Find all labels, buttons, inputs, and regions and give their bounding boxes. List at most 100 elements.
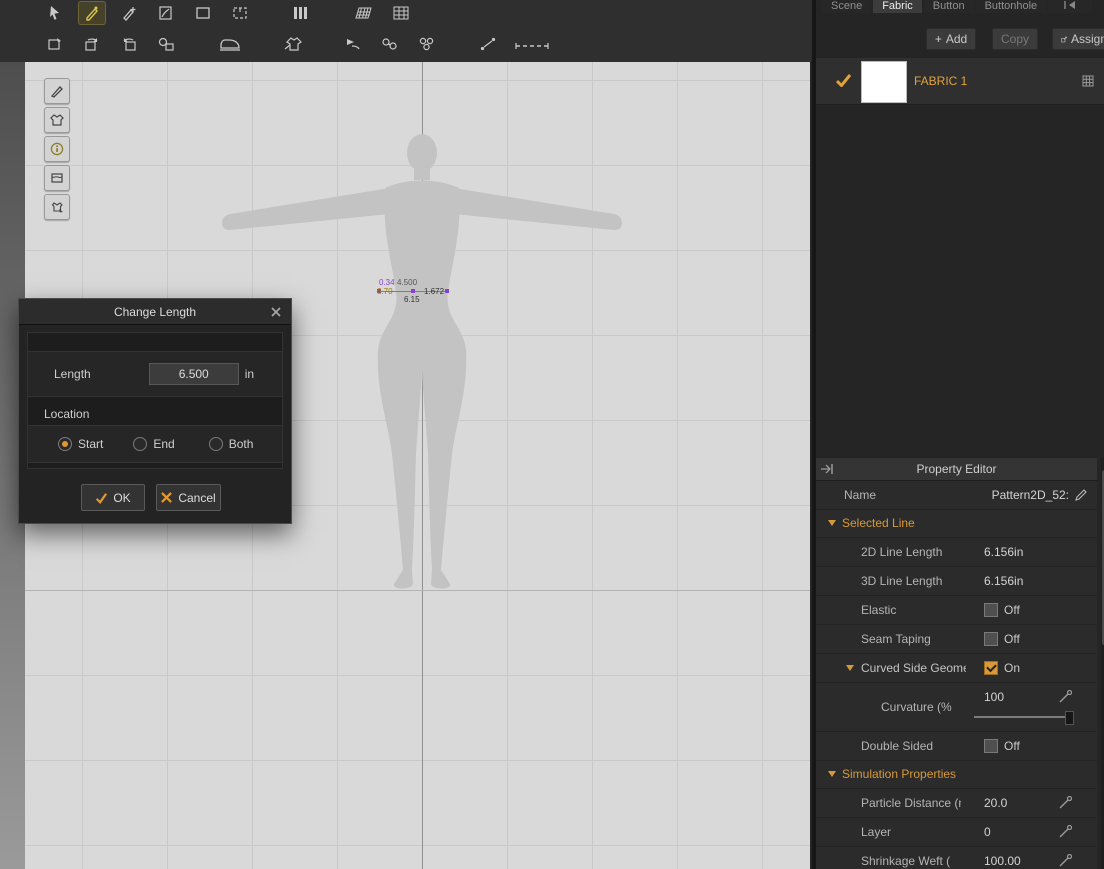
tab-scene[interactable]: Scene bbox=[822, 0, 872, 13]
dashed-baseline-icon[interactable] bbox=[512, 33, 552, 55]
line-midpoint[interactable] bbox=[411, 289, 415, 293]
dialog-titlebar[interactable]: Change Length bbox=[19, 299, 291, 325]
name-value[interactable]: Pattern2D_52: bbox=[992, 488, 1069, 502]
length-label: Length bbox=[54, 367, 91, 381]
fabric-list-item[interactable]: FABRIC 1 bbox=[816, 58, 1104, 105]
slanted-grid-icon[interactable] bbox=[351, 2, 377, 24]
tab-overflow[interactable] bbox=[1048, 0, 1093, 13]
length-input[interactable]: 6.500 bbox=[148, 363, 239, 385]
curvature-slider[interactable] bbox=[974, 711, 1074, 725]
3d-line-length-value: 6.156in bbox=[984, 574, 1024, 588]
subsection-collapse-icon[interactable] bbox=[846, 665, 854, 671]
tuning-icon[interactable] bbox=[1059, 796, 1072, 809]
curved-side-checkbox[interactable] bbox=[984, 661, 998, 675]
seam-taping-checkbox[interactable] bbox=[984, 632, 998, 646]
sewing-shirt-icon[interactable] bbox=[279, 33, 309, 55]
copy-fabric-button[interactable]: Copy bbox=[992, 28, 1038, 50]
edit-curve-tool-icon[interactable] bbox=[153, 2, 179, 24]
flip-pattern-icon[interactable] bbox=[153, 33, 179, 55]
radio-end-label: End bbox=[153, 437, 175, 451]
line-endpoint-end[interactable] bbox=[445, 289, 449, 293]
row-double-sided: Double Sided Off bbox=[816, 732, 1097, 761]
add-point-tool-icon[interactable] bbox=[116, 2, 142, 24]
property-editor: Property Editor Name Pattern2D_52: Selec… bbox=[816, 458, 1097, 869]
dart-tool-icon[interactable] bbox=[227, 2, 253, 24]
tuning-icon[interactable] bbox=[1059, 690, 1072, 703]
2d-line-length-value: 6.156in bbox=[984, 545, 1024, 559]
measure-line-icon[interactable] bbox=[475, 33, 501, 55]
location-radio-group: Start End Both bbox=[28, 425, 282, 463]
segment-sew-icon[interactable] bbox=[340, 33, 366, 55]
row-seam-taping: Seam Taping Off bbox=[816, 625, 1097, 654]
section-simulation-properties[interactable]: Simulation Properties bbox=[816, 761, 1097, 789]
rotate-ccw-icon[interactable] bbox=[116, 33, 142, 55]
row-shrinkage-weft: Shrinkage Weft ( 100.00 bbox=[816, 847, 1097, 869]
radio-end[interactable] bbox=[133, 437, 148, 451]
pattern-shirt-button[interactable] bbox=[44, 107, 70, 133]
dock-panel-icon[interactable] bbox=[820, 463, 834, 475]
top-toolbar bbox=[0, 0, 812, 63]
tab-buttonhole[interactable]: Buttonhole bbox=[975, 0, 1047, 13]
particle-distance-value[interactable]: 20.0 bbox=[984, 796, 1007, 810]
multi-sew-icon[interactable] bbox=[414, 33, 440, 55]
location-label: Location bbox=[44, 407, 90, 421]
fabric-active-check-icon bbox=[836, 74, 851, 87]
curvature-slider-handle[interactable] bbox=[1065, 711, 1074, 725]
select-tool-icon[interactable] bbox=[42, 2, 68, 24]
x-icon bbox=[161, 492, 173, 503]
dialog-title: Change Length bbox=[113, 304, 197, 319]
pen-tool-button[interactable] bbox=[44, 78, 70, 104]
change-length-dialog: Change Length Length 6.500 in Location S… bbox=[18, 298, 292, 524]
curved-side-state: On bbox=[1004, 661, 1021, 675]
measurement-label: 6.70 bbox=[377, 287, 393, 296]
move-pattern-icon[interactable] bbox=[42, 33, 68, 55]
add-fabric-button[interactable]: + Add bbox=[926, 28, 976, 50]
section-collapse-icon bbox=[828, 520, 836, 526]
iron-icon[interactable] bbox=[214, 33, 246, 55]
right-panel: Scene Fabric Button Buttonhole + Add Cop… bbox=[812, 0, 1104, 869]
grid-icon[interactable] bbox=[388, 2, 414, 24]
plus-icon: + bbox=[934, 32, 942, 46]
shrinkage-weft-value[interactable]: 100.00 bbox=[984, 854, 1021, 868]
pencil-icon[interactable] bbox=[1075, 489, 1087, 501]
fabric-sheet-button[interactable] bbox=[44, 165, 70, 191]
curvature-value[interactable]: 100 bbox=[984, 690, 1004, 704]
info-tool-button[interactable] bbox=[44, 136, 70, 162]
free-sew-icon[interactable] bbox=[377, 33, 403, 55]
measurement-label: 4.500 bbox=[397, 278, 418, 287]
measurement-label: 1.672 bbox=[424, 287, 445, 296]
fabric-detail-grid-icon[interactable] bbox=[1082, 75, 1094, 87]
row-3d-line-length: 3D Line Length 6.156in bbox=[816, 567, 1097, 596]
ok-button[interactable]: OK bbox=[81, 484, 145, 511]
shirt-arrow-button[interactable] bbox=[44, 194, 70, 220]
radio-start[interactable] bbox=[58, 437, 72, 451]
rotate-cw-icon[interactable] bbox=[79, 33, 105, 55]
edit-pattern-tool-icon[interactable] bbox=[78, 1, 106, 25]
layer-value[interactable]: 0 bbox=[984, 825, 991, 839]
cancel-button[interactable]: Cancel bbox=[156, 484, 221, 511]
radio-both-label: Both bbox=[228, 437, 254, 451]
assign-fabric-button[interactable]: Assign bbox=[1052, 28, 1104, 50]
radio-start-label: Start bbox=[78, 437, 104, 451]
tab-fabric[interactable]: Fabric bbox=[873, 0, 922, 13]
radio-both[interactable] bbox=[208, 437, 223, 451]
fabric-strips-icon[interactable] bbox=[288, 2, 314, 24]
double-sided-checkbox[interactable] bbox=[984, 739, 998, 753]
fabric-swatch[interactable] bbox=[861, 61, 907, 103]
tab-button[interactable]: Button bbox=[923, 0, 974, 13]
measurement-label: 6.15 bbox=[404, 295, 420, 304]
polygon-tool-icon[interactable] bbox=[190, 2, 216, 24]
tuning-icon[interactable] bbox=[1059, 854, 1072, 867]
application-window: 0.34 4.500 6.70 1.672 6.15 Change Length… bbox=[0, 0, 1104, 869]
section-selected-line[interactable]: Selected Line bbox=[816, 510, 1097, 538]
row-curvature: Curvature (% 100 bbox=[816, 683, 1097, 732]
seam-taping-state: Off bbox=[1004, 632, 1020, 646]
toolbar-row-1 bbox=[42, 1, 414, 25]
elastic-checkbox[interactable] bbox=[984, 603, 998, 617]
elastic-state: Off bbox=[1004, 603, 1020, 617]
row-elastic: Elastic Off bbox=[816, 596, 1097, 625]
tuning-icon[interactable] bbox=[1059, 825, 1072, 838]
dialog-body: Length 6.500 in Location Start End Both bbox=[27, 332, 283, 469]
close-icon[interactable] bbox=[268, 304, 283, 319]
length-row: Length 6.500 in bbox=[28, 351, 282, 397]
